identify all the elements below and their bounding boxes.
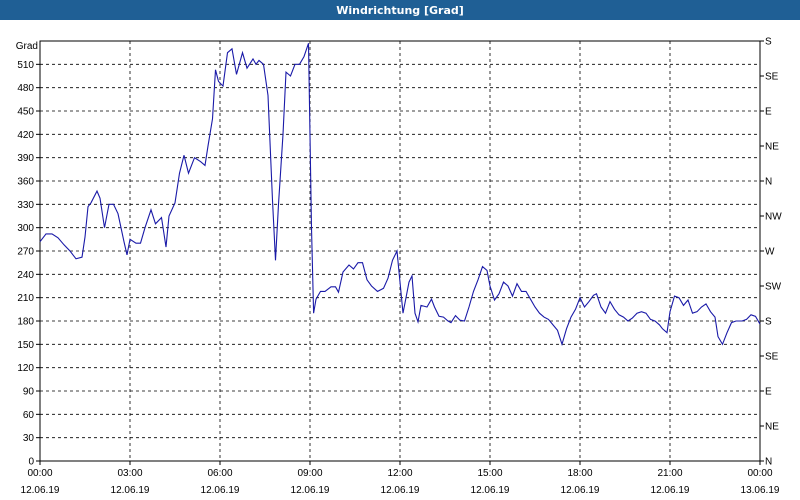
- right-tick-label: NE: [765, 142, 779, 153]
- x-tick-time: 15:00: [477, 468, 502, 479]
- y-tick-label: 300: [17, 223, 34, 234]
- y-axis-right: N NE E SE S SW W NW N NE E SE S: [760, 37, 782, 468]
- x-tick-time: 09:00: [297, 468, 322, 479]
- y-tick-label: 150: [17, 340, 34, 351]
- y-tick-label: 210: [17, 293, 34, 304]
- x-tick-time: 03:00: [117, 468, 142, 479]
- right-tick-label: W: [765, 247, 775, 258]
- y-tick-label: 270: [17, 247, 34, 258]
- y-tick-label: 360: [17, 177, 34, 188]
- x-tick-time: 21:00: [657, 468, 682, 479]
- y-tick-label: 240: [17, 270, 34, 281]
- x-tick-time: 06:00: [207, 468, 232, 479]
- y-tick-label: 390: [17, 153, 34, 164]
- right-tick-label: NW: [765, 212, 782, 223]
- y-axis-left: 0 30 60 90 120 150 180 210 240 270 300 330 360 390 420…: [17, 60, 40, 468]
- x-tick-date: 12.06.19: [471, 485, 510, 496]
- right-tick-label: SW: [765, 282, 782, 293]
- x-tick-time: 00:00: [27, 468, 52, 479]
- right-tick-label: SE: [765, 352, 779, 363]
- right-tick-label: S: [765, 317, 772, 328]
- y-tick-label: 120: [17, 363, 34, 374]
- x-tick-date: 12.06.19: [381, 485, 420, 496]
- x-tick-date: 12.06.19: [291, 485, 330, 496]
- y-tick-label: 30: [23, 433, 35, 444]
- y-tick-label: 90: [23, 387, 35, 398]
- y-tick-label: 420: [17, 130, 34, 141]
- right-tick-label: N: [765, 457, 772, 468]
- right-tick-label: E: [765, 387, 772, 398]
- y-axis-label: Grad: [16, 41, 38, 52]
- x-axis: 00:00 12.06.19 03:00 12.06.19 06:00 12.06.19 0…: [21, 461, 780, 496]
- right-tick-label: SE: [765, 72, 779, 83]
- x-tick-date: 12.06.19: [111, 485, 150, 496]
- x-tick-time: 00:00: [747, 468, 772, 479]
- y-tick-label: 450: [17, 107, 34, 118]
- x-tick-date: 12.06.19: [651, 485, 690, 496]
- y-tick-label: 0: [28, 457, 34, 468]
- right-tick-label: NE: [765, 422, 779, 433]
- x-tick-date: 12.06.19: [561, 485, 600, 496]
- y-tick-label: 510: [17, 60, 34, 71]
- x-tick-time: 12:00: [387, 468, 412, 479]
- y-tick-label: 330: [17, 200, 34, 211]
- x-tick-date: 12.06.19: [21, 485, 60, 496]
- y-tick-label: 60: [23, 410, 35, 421]
- line-chart: 0 30 60 90 120 150 180 210 240 270 300 330 360 390 420…: [16, 37, 782, 497]
- y-tick-label: 480: [17, 83, 34, 94]
- y-tick-label: 180: [17, 317, 34, 328]
- right-tick-label: E: [765, 107, 772, 118]
- right-tick-label: N: [765, 177, 772, 188]
- window-title: Windrichtung [Grad]: [0, 0, 800, 20]
- x-tick-date: 12.06.19: [201, 485, 240, 496]
- right-tick-label: S: [765, 37, 772, 48]
- x-tick-time: 18:00: [567, 468, 592, 479]
- x-tick-date: 13.06.19: [741, 485, 780, 496]
